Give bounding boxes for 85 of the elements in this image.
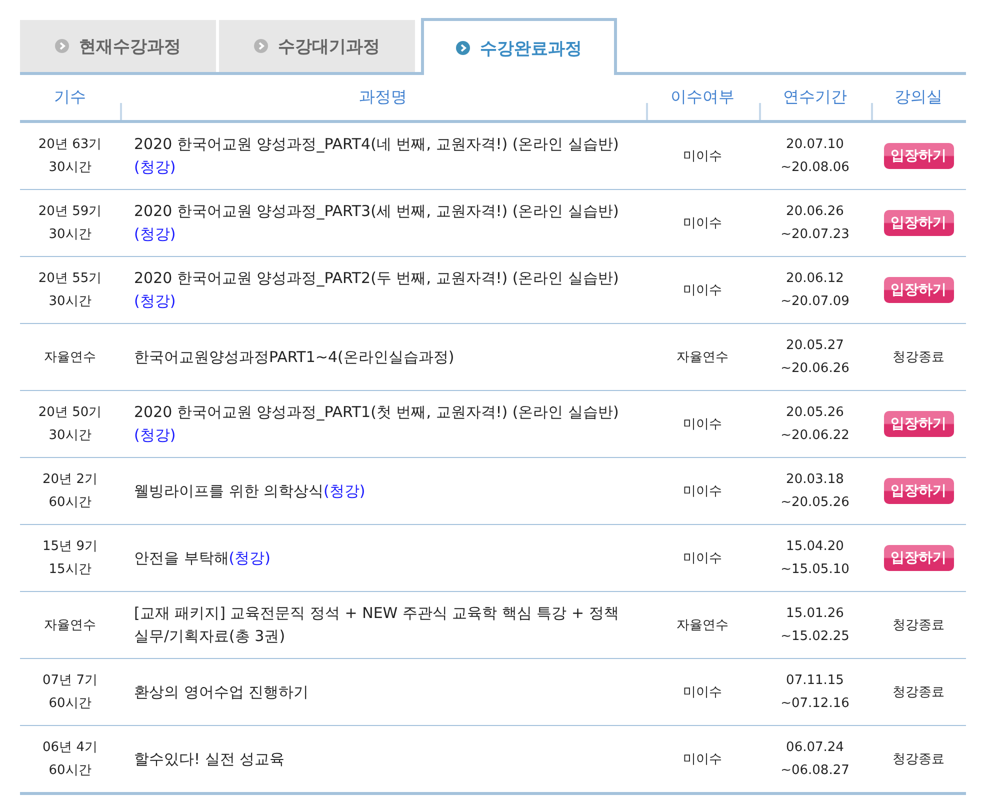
course-title: 할수있다! 실전 성교육 (134, 750, 285, 768)
audit-link[interactable]: (청강) (134, 225, 176, 243)
period-date: 20.03.18 (785, 471, 845, 489)
column-header: 연수기간 (783, 87, 847, 106)
term-text: 60시간 (48, 494, 92, 512)
chevron-icon (55, 39, 69, 53)
completion-status: 미이수 (683, 282, 722, 298)
audit-link[interactable]: (청강) (134, 158, 176, 176)
audit-link[interactable]: (청강) (228, 548, 270, 566)
audit-ended-text: 청강종료 (892, 752, 944, 766)
period-date: 07.11.15 (785, 672, 845, 690)
period-date: ~20.07.09 (780, 293, 850, 311)
audit-ended-text: 청강종료 (892, 684, 944, 700)
term-text: 20년 55기 (37, 270, 103, 288)
chevron-icon (254, 39, 268, 53)
term-text: 30시간 (48, 427, 92, 445)
term-text: 20년 2기 (42, 471, 98, 489)
period-date: ~20.08.06 (780, 159, 850, 177)
completion-status: 미이수 (683, 484, 722, 498)
completion-status: 자율연수 (676, 618, 728, 632)
term-text: 자율연수 (43, 348, 97, 366)
period-date: 20.05.27 (785, 337, 845, 355)
enter-button[interactable]: 입장하기 (884, 478, 954, 504)
completion-status: 미이수 (683, 416, 722, 432)
period-date: 20.05.26 (785, 404, 845, 422)
course-title: 안전을 부탁해(청강) (134, 548, 270, 566)
enter-button[interactable]: 입장하기 (884, 411, 954, 437)
audit-link[interactable]: (청강) (134, 292, 176, 310)
column-header: 이수여부 (670, 87, 734, 106)
period-date: 06.07.24 (785, 739, 845, 757)
term-text: 20년 50기 (37, 404, 103, 422)
course-title: 웰빙라이프를 위한 의학상식(청강) (134, 482, 366, 500)
column-header: 강의실 (894, 87, 942, 106)
period-date: ~20.06.22 (780, 427, 850, 445)
completion-status: 자율연수 (676, 350, 728, 364)
period-date: ~20.06.26 (780, 360, 850, 378)
completion-status: 미이수 (683, 550, 722, 566)
term-text: 자율연수 (43, 616, 97, 634)
term-text: 15년 9기 (42, 538, 98, 556)
period-date: ~15.02.25 (780, 628, 850, 646)
completion-status: 미이수 (683, 752, 722, 766)
course-title: [교재 패키지] 교육전문직 정석 + NEW 주관식 교육학 핵심 특강 + 정책실무/기획자료(총 3권) (134, 604, 619, 645)
period-date: 15.01.26 (785, 605, 845, 623)
period-date: 15.04.20 (785, 538, 845, 556)
course-title: 2020 한국어교원 양성과정_PART2(두 번째, 교원자격!) (온라인 실습반) (청강) (134, 269, 619, 310)
term-text: 07년 7기 (42, 672, 98, 690)
term-text: 15시간 (48, 561, 92, 579)
term-text: 06년 4기 (42, 739, 98, 757)
term-text: 20년 59기 (37, 203, 103, 221)
completion-status: 미이수 (683, 148, 722, 164)
column-header: 과정명 (359, 87, 407, 106)
course-title: 환상의 영어수업 진행하기 (134, 682, 309, 700)
term-text: 20년 63기 (37, 136, 103, 154)
audit-link[interactable]: (청강) (134, 426, 176, 444)
course-title: 2020 한국어교원 양성과정_PART3(세 번째, 교원자격!) (온라인 실습반) (청강) (134, 202, 619, 243)
chevron-icon (456, 41, 470, 55)
period-date: 20.06.12 (785, 270, 845, 288)
tab[interactable]: 현재수강과정 (20, 20, 216, 72)
period-date: ~15.05.10 (780, 561, 850, 579)
tab[interactable]: 수강완료과정 (421, 18, 617, 75)
period-date: 20.06.26 (785, 203, 845, 221)
column-header: 기수 (54, 87, 86, 106)
period-date: ~07.12.16 (780, 695, 850, 713)
term-text: 60시간 (48, 762, 92, 780)
enter-button[interactable]: 입장하기 (884, 545, 954, 571)
enter-button[interactable]: 입장하기 (884, 277, 954, 303)
completion-status: 미이수 (683, 216, 722, 230)
period-date: ~06.08.27 (780, 762, 850, 780)
audit-link[interactable]: (청강) (324, 482, 366, 500)
term-text: 60시간 (48, 695, 92, 713)
audit-ended-text: 청강종료 (892, 618, 944, 632)
term-text: 30시간 (48, 226, 92, 244)
course-title: 2020 한국어교원 양성과정_PART1(첫 번째, 교원자격!) (온라인 실습반) (청강) (134, 403, 619, 444)
audit-ended-text: 청강종료 (892, 350, 944, 364)
period-date: ~20.05.26 (780, 494, 850, 512)
period-date: ~20.07.23 (780, 226, 850, 244)
course-title: 2020 한국어교원 양성과정_PART4(네 번째, 교원자격!) (온라인 실습반) (청강) (134, 135, 619, 176)
term-text: 30시간 (48, 293, 92, 311)
completion-status: 미이수 (683, 684, 722, 700)
term-text: 30시간 (48, 159, 92, 177)
course-title: 한국어교원양성과정PART1~4(온라인실습과정) (134, 348, 454, 366)
tab[interactable]: 수강대기과정 (219, 20, 415, 72)
enter-button[interactable]: 입장하기 (884, 210, 954, 236)
period-date: 20.07.10 (785, 136, 845, 154)
enter-button[interactable]: 입장하기 (884, 143, 954, 169)
